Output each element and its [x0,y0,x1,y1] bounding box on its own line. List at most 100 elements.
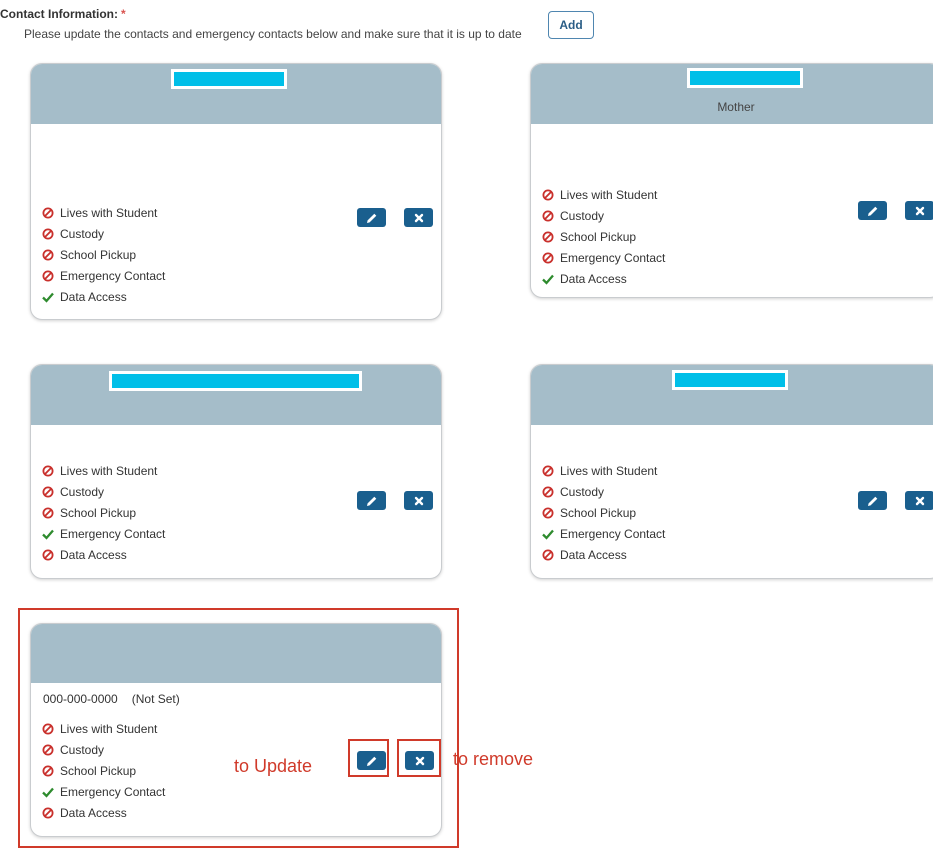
flag-label: Data Access [60,289,127,304]
flag-label: Data Access [560,547,627,562]
flag-emergency: Emergency Contact [42,523,165,544]
flag-pickup: School Pickup [42,244,165,265]
flag-lives: Lives with Student [42,202,165,223]
flag-emergency: Emergency Contact [542,523,665,544]
contact-info-title: Contact Information: * [0,7,126,21]
flag-lives: Lives with Student [42,460,165,481]
contact-info-title-text: Contact Information: [0,7,118,21]
flag-data: Data Access [542,544,665,565]
flag-pickup: School Pickup [42,502,165,523]
flag-custody: Custody [542,481,665,502]
edit-contact-button[interactable] [357,491,386,510]
ban-icon [42,270,54,281]
flag-label: School Pickup [60,247,137,262]
ban-icon [42,507,54,518]
ban-icon [42,249,54,260]
contact-card: Lives with Student Custody School Pickup Em… [30,63,442,320]
highlight-edit-button [348,739,389,777]
pencil-icon [366,213,376,223]
contact-flags: Lives with Student Custody School Pickup Em… [42,460,165,565]
required-mark: * [121,7,126,21]
ban-icon [42,228,54,239]
flag-data: Data Access [542,268,665,289]
ban-icon [42,549,54,560]
flag-label: School Pickup [560,505,637,520]
ban-icon [542,465,554,476]
check-icon [42,529,54,540]
flag-label: Data Access [60,547,127,562]
ban-icon [542,252,554,263]
flag-label: School Pickup [560,229,637,244]
flag-label: Custody [60,226,105,241]
ban-icon [42,207,54,218]
flag-label: Emergency Contact [60,268,166,283]
flag-pickup: School Pickup [542,226,665,247]
contact-card: Lives with Student Custody School Pickup Em… [30,364,442,579]
contact-flags: Lives with Student Custody School Pickup Em… [42,202,165,307]
ban-icon [542,189,554,200]
ban-icon [542,486,554,497]
redacted-contact-name [171,69,287,89]
flag-label: Custody [560,208,605,223]
redacted-contact-name [672,370,788,390]
flag-label: Emergency Contact [560,526,666,541]
check-icon [542,529,554,540]
contact-card-header [31,365,441,425]
close-icon [414,496,423,505]
contact-card-header [31,64,441,124]
ban-icon [542,507,554,518]
flag-label: School Pickup [60,505,137,520]
flag-emergency: Emergency Contact [542,247,665,268]
close-icon [915,496,924,505]
contact-info-subtitle: Please update the contacts and emergency… [24,27,522,41]
remove-annotation: to remove [453,749,534,769]
flag-custody: Custody [42,223,165,244]
flag-custody: Custody [542,205,665,226]
flag-label: Lives with Student [60,463,158,478]
ban-icon [542,549,554,560]
close-icon [414,213,423,222]
flag-data: Data Access [42,544,165,565]
highlight-remove-button [397,739,441,777]
check-icon [542,274,554,285]
flag-pickup: School Pickup [542,502,665,523]
flag-label: Lives with Student [560,463,658,478]
highlight-contact-box [18,608,459,848]
close-icon [915,206,924,215]
remove-contact-button[interactable] [905,201,933,220]
pencil-icon [366,496,376,506]
contact-card-header [531,365,933,425]
flag-label: Lives with Student [560,187,658,202]
flag-custody: Custody [42,481,165,502]
flag-lives: Lives with Student [542,460,665,481]
contact-card: Lives with Student Custody School Pickup Em… [530,364,933,579]
check-icon [42,292,54,303]
edit-contact-button[interactable] [858,491,887,510]
ban-icon [542,231,554,242]
flag-label: Data Access [560,271,627,286]
contact-relation: Mother [717,100,755,114]
update-annotation: to Update [234,756,313,776]
contact-card-header: Mother [531,64,933,124]
flag-data: Data Access [42,286,165,307]
flag-label: Lives with Student [60,205,158,220]
pencil-icon [867,206,877,216]
remove-contact-button[interactable] [905,491,933,510]
ban-icon [542,210,554,221]
flag-label: Emergency Contact [560,250,666,265]
ban-icon [42,465,54,476]
contact-flags: Lives with Student Custody School Pickup Em… [542,460,665,565]
remove-contact-button[interactable] [404,491,433,510]
redacted-contact-name [687,68,803,88]
contact-card: Mother Lives with Student Custody School P… [530,63,933,298]
redacted-contact-name [109,371,362,391]
edit-contact-button[interactable] [858,201,887,220]
edit-contact-button[interactable] [357,208,386,227]
contact-flags: Lives with Student Custody School Pickup Em… [542,184,665,289]
pencil-icon [867,496,877,506]
ban-icon [42,486,54,497]
flag-lives: Lives with Student [542,184,665,205]
remove-contact-button[interactable] [404,208,433,227]
add-contact-button[interactable]: Add [548,11,594,39]
flag-label: Custody [60,484,105,499]
